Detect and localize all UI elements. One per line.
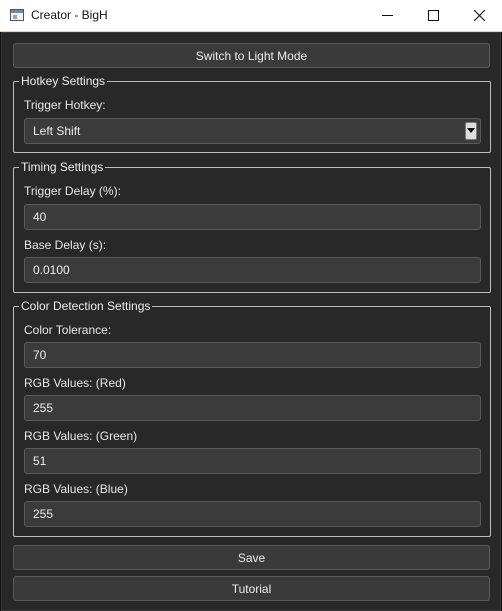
rgb-red-label: RGB Values: (Red): [24, 376, 126, 390]
hotkey-settings-title: Hotkey Settings: [19, 74, 108, 88]
rgb-red-input[interactable]: 255: [24, 395, 481, 421]
color-detection-group: Color Detection Settings Color Tolerance…: [13, 299, 491, 537]
switch-theme-button[interactable]: Switch to Light Mode: [13, 43, 490, 68]
main-window: Switch to Light Mode Hotkey Settings Tri…: [1, 32, 501, 611]
rgb-green-label: RGB Values: (Green): [24, 429, 138, 443]
rgb-blue-label: RGB Values: (Blue): [24, 482, 128, 496]
title-bar[interactable]: Creator - BigH: [0, 0, 502, 32]
hotkey-settings-group: Hotkey Settings Trigger Hotkey: Left Shi…: [13, 74, 491, 153]
minimize-button[interactable]: [364, 0, 410, 31]
maximize-button[interactable]: [410, 0, 456, 31]
close-button[interactable]: [456, 0, 502, 31]
close-icon: [473, 10, 485, 21]
tutorial-button[interactable]: Tutorial: [13, 576, 490, 601]
window-app-icon: [10, 9, 24, 21]
trigger-hotkey-select[interactable]: Left Shift: [24, 118, 481, 144]
timing-settings-group: Timing Settings Trigger Delay (%): 40 Ba…: [13, 160, 491, 293]
save-button[interactable]: Save: [13, 545, 490, 570]
color-detection-title: Color Detection Settings: [19, 299, 153, 313]
minimize-icon: [381, 15, 393, 16]
color-tolerance-label: Color Tolerance:: [24, 323, 112, 337]
window-title: Creator - BigH: [31, 8, 108, 22]
trigger-delay-input[interactable]: 40: [24, 204, 481, 230]
chevron-down-icon[interactable]: [465, 122, 477, 140]
rgb-blue-input[interactable]: 255: [24, 501, 481, 527]
timing-settings-title: Timing Settings: [19, 160, 106, 174]
rgb-green-input[interactable]: 51: [24, 448, 481, 474]
trigger-delay-label: Trigger Delay (%):: [24, 184, 121, 198]
base-delay-label: Base Delay (s):: [24, 238, 107, 252]
maximize-icon: [427, 10, 439, 21]
color-tolerance-input[interactable]: 70: [24, 342, 481, 368]
trigger-hotkey-label: Trigger Hotkey:: [24, 98, 106, 112]
trigger-hotkey-value: Left Shift: [33, 124, 81, 138]
base-delay-input[interactable]: 0.0100: [24, 257, 481, 283]
